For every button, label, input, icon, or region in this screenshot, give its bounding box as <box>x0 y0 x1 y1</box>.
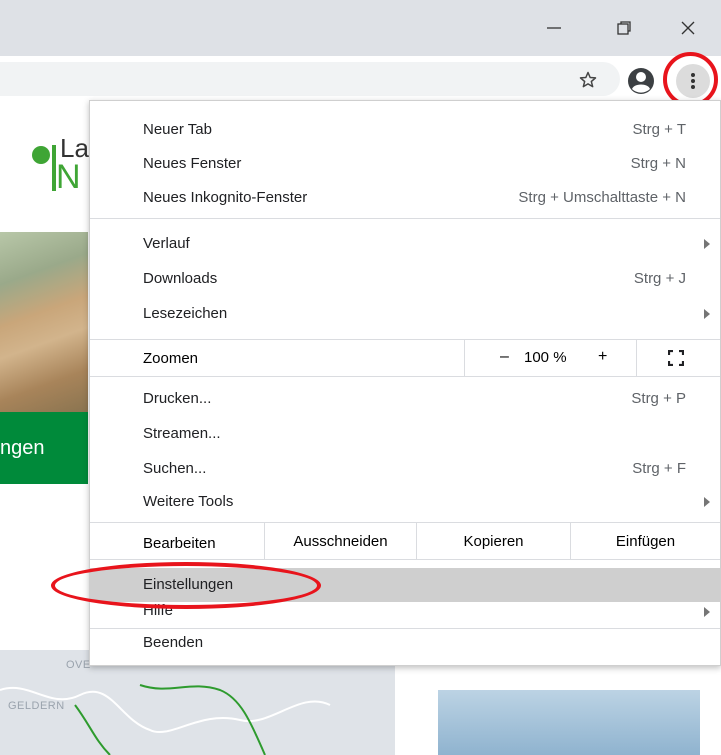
chrome-main-menu: Neuer Tab Strg + T Neues Fenster Strg + … <box>89 100 721 666</box>
menu-item-label: Downloads <box>143 270 218 287</box>
menu-item-new-tab[interactable]: Neuer Tab Strg + T <box>90 113 720 147</box>
more-vertical-icon <box>691 73 695 89</box>
menu-item-downloads[interactable]: Downloads Strg + J <box>90 262 720 296</box>
menu-item-label: Lesezeichen <box>143 305 228 322</box>
minimize-button[interactable] <box>530 0 578 56</box>
submenu-arrow-icon <box>704 607 710 617</box>
menu-item-label: Einstellungen <box>143 576 234 593</box>
edit-row: Bearbeiten Ausschneiden Kopieren Einfüge… <box>90 522 720 560</box>
submenu-arrow-icon <box>704 309 710 319</box>
menu-item-shortcut: Strg + P <box>631 390 686 407</box>
menu-item-label: Beenden <box>143 634 204 651</box>
menu-item-label: Neues Inkognito-Fenster <box>143 189 308 206</box>
menu-item-label: Hilfe <box>143 602 174 619</box>
menu-item-history[interactable]: Verlauf <box>90 227 720 261</box>
hero-image <box>0 232 88 412</box>
map-label: GELDERN <box>8 700 65 712</box>
star-icon <box>579 71 597 88</box>
bookmark-star-button[interactable] <box>574 66 602 94</box>
menu-item-shortcut: Strg + T <box>632 121 687 138</box>
menu-item-print[interactable]: Drucken... Strg + P <box>90 382 720 416</box>
fullscreen-icon[interactable] <box>668 350 684 366</box>
menu-item-bookmarks[interactable]: Lesezeichen <box>90 297 720 331</box>
menu-separator <box>90 218 720 219</box>
menu-item-find[interactable]: Suchen... Strg + F <box>90 452 720 486</box>
menu-item-shortcut: Strg + J <box>633 270 686 287</box>
paste-button[interactable]: Einfügen <box>570 523 720 559</box>
zoom-divider <box>464 340 465 376</box>
submenu-arrow-icon <box>704 239 710 249</box>
banner-link[interactable]: ngen <box>0 412 88 484</box>
menu-item-label: Weitere Tools <box>143 493 234 510</box>
account-circle-icon <box>628 68 654 94</box>
menu-item-new-window[interactable]: Neues Fenster Strg + N <box>90 147 720 181</box>
lake-image <box>438 690 700 755</box>
menu-item-settings[interactable]: Einstellungen <box>90 568 720 602</box>
menu-item-label: Verlauf <box>143 235 190 252</box>
menu-item-shortcut: Strg + N <box>630 155 686 172</box>
submenu-arrow-icon <box>704 497 710 507</box>
zoom-out-button[interactable]: – <box>500 348 509 366</box>
banner-text: ngen <box>0 436 45 459</box>
menu-item-label: Suchen... <box>143 460 207 477</box>
menu-item-label: Neuer Tab <box>143 121 212 138</box>
menu-item-quit[interactable]: Beenden <box>90 629 720 663</box>
close-icon <box>681 21 695 35</box>
menu-item-label: Drucken... <box>143 390 212 407</box>
menu-item-new-incognito-window[interactable]: Neues Inkognito-Fenster Strg + Umschaltt… <box>90 181 720 215</box>
menu-item-shortcut: Strg + Umschalttaste + N <box>518 189 686 206</box>
logo-dot <box>32 146 50 164</box>
cut-button[interactable]: Ausschneiden <box>264 523 416 559</box>
zoom-level: 100 % <box>524 349 567 366</box>
menu-item-label: Streamen... <box>143 425 221 442</box>
menu-item-cast[interactable]: Streamen... <box>90 417 720 451</box>
profile-button[interactable] <box>626 66 656 96</box>
close-button[interactable] <box>664 0 712 56</box>
logo-text-bottom: N <box>56 158 81 196</box>
map-label: OVE <box>66 659 91 671</box>
restore-button[interactable] <box>600 0 648 56</box>
main-menu-button[interactable] <box>676 64 710 98</box>
restore-icon <box>617 21 631 35</box>
menu-item-shortcut: Strg + F <box>632 460 686 477</box>
minimize-icon <box>547 27 561 29</box>
address-bar[interactable] <box>0 62 620 96</box>
menu-item-label: Neues Fenster <box>143 155 242 172</box>
zoom-label: Zoomen <box>143 350 199 367</box>
zoom-row: Zoomen – 100 % + <box>90 339 720 377</box>
menu-item-more-tools[interactable]: Weitere Tools <box>90 485 720 519</box>
copy-button[interactable]: Kopieren <box>416 523 570 559</box>
menu-item-help[interactable]: Hilfe <box>90 602 720 624</box>
zoom-in-button[interactable]: + <box>598 348 607 366</box>
edit-label: Bearbeiten <box>143 535 216 552</box>
zoom-divider <box>636 340 637 376</box>
